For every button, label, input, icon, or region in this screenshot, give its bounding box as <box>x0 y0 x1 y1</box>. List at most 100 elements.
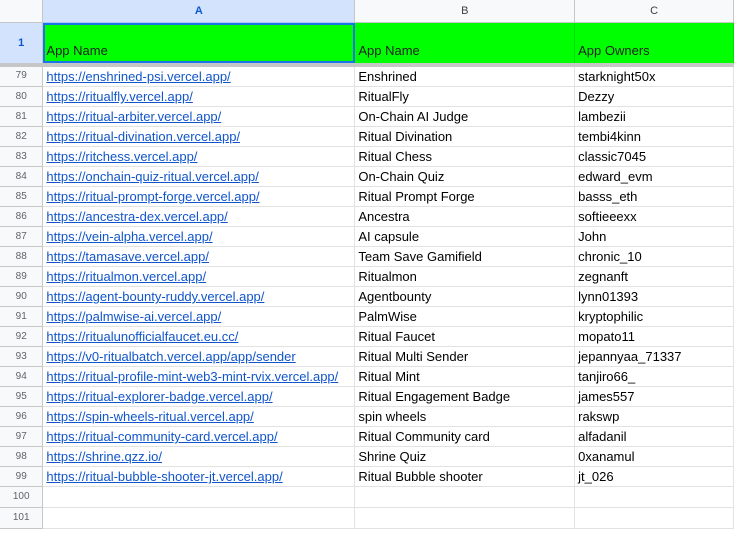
app-name-cell[interactable]: Ritual Community card <box>354 426 576 447</box>
app-url-cell[interactable]: https://ritualunofficialfaucet.eu.cc/ <box>42 326 356 347</box>
row-number[interactable]: 96 <box>0 406 44 427</box>
app-url-cell[interactable] <box>42 486 356 508</box>
app-name-cell[interactable]: On-Chain Quiz <box>354 166 576 187</box>
app-url-link[interactable]: https://onchain-quiz-ritual.vercel.app/ <box>46 169 258 184</box>
row-number[interactable]: 86 <box>0 206 44 227</box>
row-number[interactable]: 93 <box>0 346 44 367</box>
app-owner-cell[interactable]: edward_evm <box>574 166 734 187</box>
app-name-cell[interactable]: Team Save Gamifield <box>354 246 576 267</box>
app-name-cell[interactable]: Ritual Faucet <box>354 326 576 347</box>
row-number[interactable]: 88 <box>0 246 44 267</box>
app-url-cell[interactable]: https://enshrined-psi.vercel.app/ <box>42 66 356 87</box>
app-owner-cell[interactable]: alfadanil <box>574 426 734 447</box>
app-owner-cell[interactable]: kryptophilic <box>574 306 734 327</box>
app-owner-cell[interactable]: John <box>574 226 734 247</box>
app-owner-cell[interactable]: Dezzy <box>574 86 734 107</box>
app-url-link[interactable]: https://ritual-bubble-shooter-jt.vercel.… <box>46 469 282 484</box>
app-url-link[interactable]: https://ritual-community-card.vercel.app… <box>46 429 277 444</box>
app-name-cell[interactable]: On-Chain AI Judge <box>354 106 576 127</box>
app-url-cell[interactable]: https://ritual-explorer-badge.vercel.app… <box>42 386 356 407</box>
column-header-b[interactable]: B <box>354 0 576 23</box>
app-url-cell[interactable]: https://ritual-arbiter.vercel.app/ <box>42 106 356 127</box>
app-url-link[interactable]: https://palmwise-ai.vercel.app/ <box>46 309 221 324</box>
app-owner-cell[interactable]: softieeexx <box>574 206 734 227</box>
app-owner-cell[interactable]: jepannyaa_71337 <box>574 346 734 367</box>
cell-a1[interactable]: App Name <box>42 22 356 63</box>
app-owner-cell[interactable] <box>574 486 734 508</box>
app-url-cell[interactable]: https://onchain-quiz-ritual.vercel.app/ <box>42 166 356 187</box>
app-url-cell[interactable]: https://ritchess.vercel.app/ <box>42 146 356 167</box>
app-url-link[interactable]: https://ritualunofficialfaucet.eu.cc/ <box>46 329 238 344</box>
app-name-cell[interactable]: spin wheels <box>354 406 576 427</box>
row-number[interactable]: 81 <box>0 106 44 127</box>
column-header-c[interactable]: C <box>574 0 734 23</box>
app-name-cell[interactable]: PalmWise <box>354 306 576 327</box>
app-name-cell[interactable]: Shrine Quiz <box>354 446 576 467</box>
app-url-link[interactable]: https://ritualfly.vercel.app/ <box>46 89 192 104</box>
cell-b1[interactable]: App Name <box>354 22 576 63</box>
app-url-cell[interactable]: https://agent-bounty-ruddy.vercel.app/ <box>42 286 356 307</box>
row-number[interactable]: 92 <box>0 326 44 347</box>
app-name-cell[interactable]: RitualFly <box>354 86 576 107</box>
app-url-link[interactable]: https://ritual-explorer-badge.vercel.app… <box>46 389 272 404</box>
cell-c1[interactable]: App Owners <box>574 22 734 63</box>
app-owner-cell[interactable]: tanjiro66_ <box>574 366 734 387</box>
app-name-cell[interactable] <box>354 486 576 508</box>
app-name-cell[interactable]: Ritual Bubble shooter <box>354 466 576 487</box>
row-number[interactable]: 97 <box>0 426 44 447</box>
app-owner-cell[interactable] <box>574 507 734 529</box>
app-url-link[interactable]: https://ritualmon.vercel.app/ <box>46 269 206 284</box>
app-owner-cell[interactable]: rakswp <box>574 406 734 427</box>
app-url-link[interactable]: https://shrine.qzz.io/ <box>46 449 162 464</box>
row-number[interactable]: 100 <box>0 486 44 508</box>
app-name-cell[interactable]: Ritual Engagement Badge <box>354 386 576 407</box>
row-number[interactable]: 80 <box>0 86 44 107</box>
app-url-link[interactable]: https://spin-wheels-ritual.vercel.app/ <box>46 409 253 424</box>
app-name-cell[interactable]: Ritual Multi Sender <box>354 346 576 367</box>
column-header-a[interactable]: A <box>42 0 356 23</box>
row-number[interactable]: 91 <box>0 306 44 327</box>
app-name-cell[interactable]: Ritual Prompt Forge <box>354 186 576 207</box>
app-owner-cell[interactable]: mopato11 <box>574 326 734 347</box>
app-url-link[interactable]: https://ritual-profile-mint-web3-mint-rv… <box>46 369 338 384</box>
row-number[interactable]: 89 <box>0 266 44 287</box>
app-name-cell[interactable]: Ancestra <box>354 206 576 227</box>
app-name-cell[interactable]: Enshrined <box>354 66 576 87</box>
app-owner-cell[interactable]: lynn01393 <box>574 286 734 307</box>
row-number[interactable]: 95 <box>0 386 44 407</box>
app-url-link[interactable]: https://tamasave.vercel.app/ <box>46 249 209 264</box>
app-url-link[interactable]: https://ancestra-dex.vercel.app/ <box>46 209 227 224</box>
app-url-link[interactable]: https://v0-ritualbatch.vercel.app/app/se… <box>46 349 295 364</box>
app-owner-cell[interactable]: classic7045 <box>574 146 734 167</box>
app-name-cell[interactable]: Ritual Mint <box>354 366 576 387</box>
app-url-cell[interactable]: https://spin-wheels-ritual.vercel.app/ <box>42 406 356 427</box>
app-url-cell[interactable] <box>42 507 356 529</box>
app-url-link[interactable]: https://agent-bounty-ruddy.vercel.app/ <box>46 289 264 304</box>
app-owner-cell[interactable]: starknight50x <box>574 66 734 87</box>
app-url-cell[interactable]: https://ritual-community-card.vercel.app… <box>42 426 356 447</box>
row-number-1[interactable]: 1 <box>0 22 44 63</box>
app-owner-cell[interactable]: zegnanft <box>574 266 734 287</box>
app-url-cell[interactable]: https://ritual-divination.vercel.app/ <box>42 126 356 147</box>
app-url-link[interactable]: https://vein-alpha.vercel.app/ <box>46 229 212 244</box>
app-url-link[interactable]: https://ritual-arbiter.vercel.app/ <box>46 109 221 124</box>
app-url-cell[interactable]: https://palmwise-ai.vercel.app/ <box>42 306 356 327</box>
row-number[interactable]: 84 <box>0 166 44 187</box>
app-name-cell[interactable]: AI capsule <box>354 226 576 247</box>
app-owner-cell[interactable]: chronic_10 <box>574 246 734 267</box>
app-url-cell[interactable]: https://shrine.qzz.io/ <box>42 446 356 467</box>
app-url-cell[interactable]: https://vein-alpha.vercel.app/ <box>42 226 356 247</box>
app-owner-cell[interactable]: 0xanamul <box>574 446 734 467</box>
row-number[interactable]: 83 <box>0 146 44 167</box>
row-number[interactable]: 99 <box>0 466 44 487</box>
row-number[interactable]: 85 <box>0 186 44 207</box>
app-url-link[interactable]: https://enshrined-psi.vercel.app/ <box>46 69 230 84</box>
app-url-cell[interactable]: https://v0-ritualbatch.vercel.app/app/se… <box>42 346 356 367</box>
app-url-cell[interactable]: https://ritualfly.vercel.app/ <box>42 86 356 107</box>
select-all-corner[interactable] <box>0 0 44 23</box>
row-number[interactable]: 90 <box>0 286 44 307</box>
row-number[interactable]: 79 <box>0 66 44 87</box>
row-number[interactable]: 87 <box>0 226 44 247</box>
app-owner-cell[interactable]: jt_026 <box>574 466 734 487</box>
app-url-link[interactable]: https://ritchess.vercel.app/ <box>46 149 197 164</box>
